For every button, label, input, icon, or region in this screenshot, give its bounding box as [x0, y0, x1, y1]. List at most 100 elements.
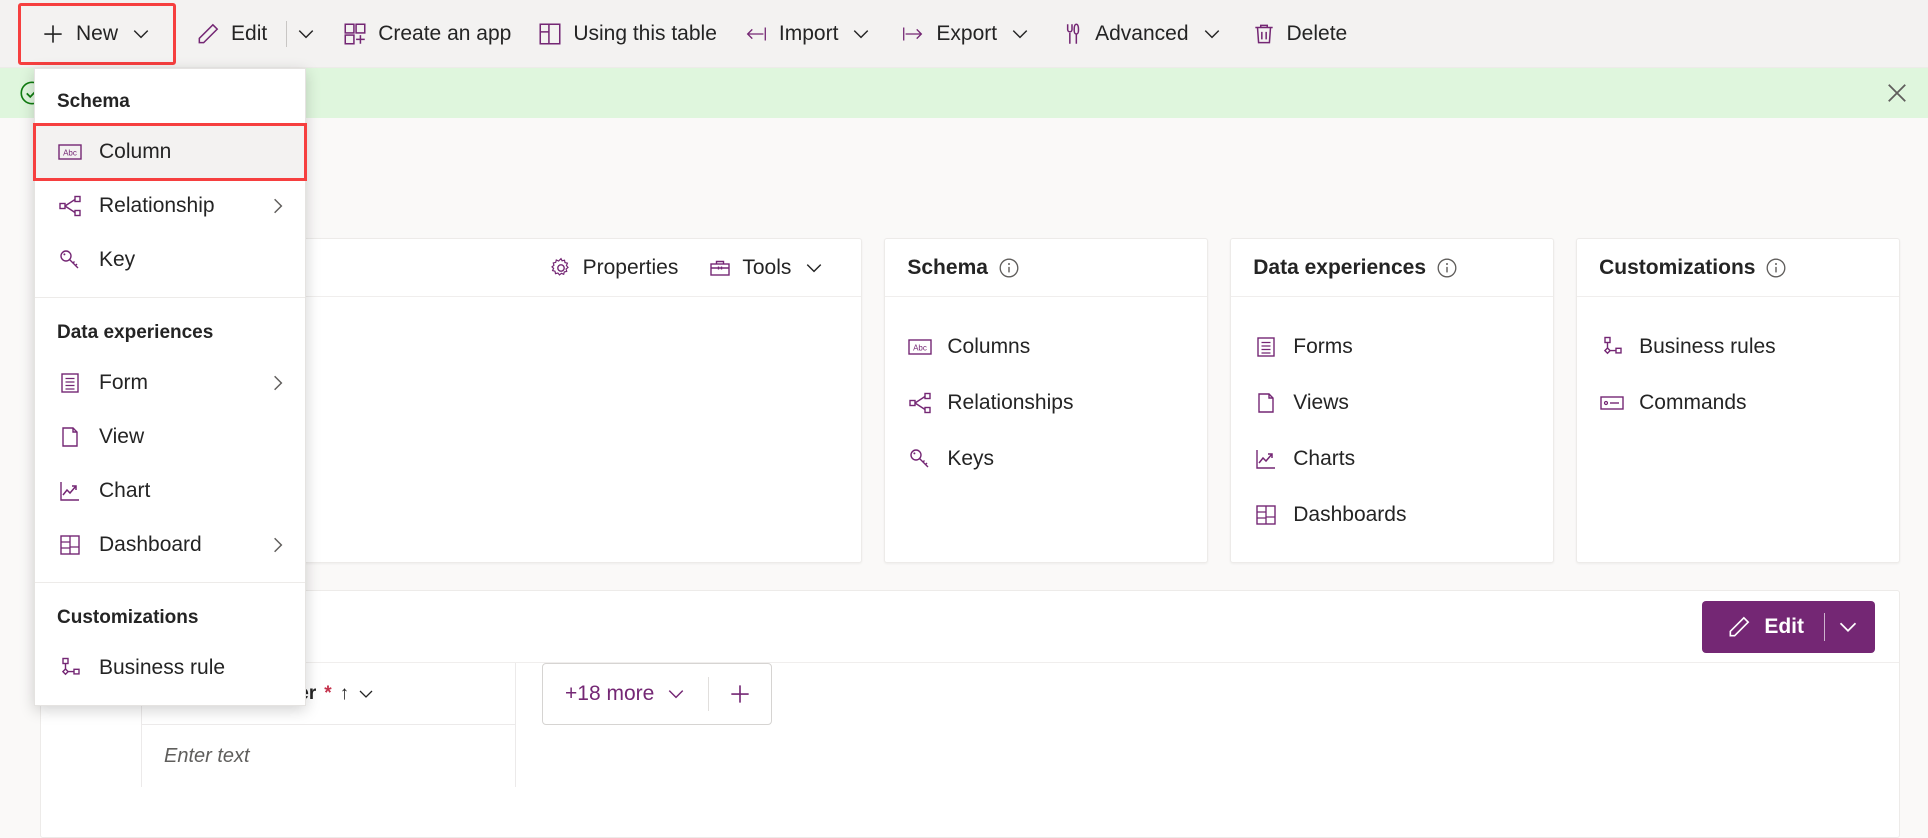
schema-card-body: Abc Columns Relationships Keys — [885, 297, 1207, 562]
delete-button[interactable]: Delete — [1238, 12, 1361, 56]
data-experiences-link-charts[interactable]: Charts — [1231, 431, 1553, 487]
more-columns-chevron-down-icon[interactable] — [666, 684, 686, 704]
schema-link-relationships[interactable]: Relationships — [885, 375, 1207, 431]
advanced-button[interactable]: Advanced — [1046, 12, 1237, 56]
svg-text:Abc: Abc — [913, 344, 927, 353]
chevron-right-icon[interactable] — [269, 374, 287, 392]
schema-link-keys-label: Keys — [947, 447, 995, 470]
menu-item-relationship[interactable]: Relationship — [35, 179, 305, 233]
cards-row: Properties Tools Primary col — [40, 238, 1900, 563]
data-experiences-link-dashboards-label: Dashboards — [1293, 503, 1407, 526]
data-grid: Abc File identifier * ↑ Enter text +18 m… — [41, 663, 1899, 787]
abc-icon: Abc — [907, 336, 933, 358]
schema-link-keys[interactable]: Keys — [885, 431, 1207, 487]
customizations-card-header: Customizations — [1577, 239, 1899, 297]
menu-item-business-rule[interactable]: Business rule — [35, 641, 305, 695]
import-button[interactable]: Import — [730, 12, 888, 56]
menu-divider — [35, 297, 305, 298]
customizations-card-title: Customizations — [1599, 255, 1756, 279]
edit-chevron-down-icon[interactable] — [293, 21, 319, 47]
menu-item-chart[interactable]: Chart — [35, 464, 305, 518]
info-icon[interactable] — [1436, 257, 1458, 279]
data-experiences-link-views[interactable]: Views — [1231, 375, 1553, 431]
menu-item-form-label: Form — [99, 371, 148, 394]
menu-item-dashboard[interactable]: Dashboard — [35, 518, 305, 572]
customizations-link-business-rules[interactable]: Business rules — [1577, 319, 1899, 375]
trash-icon — [1251, 21, 1277, 47]
import-button-label: Import — [778, 21, 839, 45]
advanced-button-label: Advanced — [1095, 21, 1189, 45]
using-this-table-button[interactable]: Using this table — [524, 12, 730, 56]
add-column-button[interactable] — [709, 663, 771, 725]
customizations-card: Customizations Business rules Commands — [1576, 238, 1900, 563]
sort-ascending-icon[interactable]: ↑ — [340, 683, 350, 705]
export-arrow-icon — [900, 21, 926, 47]
more-columns-button[interactable]: +18 more — [543, 682, 708, 706]
menu-item-view-label: View — [99, 425, 145, 448]
schema-card-title: Schema — [907, 255, 988, 279]
menu-item-view[interactable]: View — [35, 410, 305, 464]
schema-link-relationships-label: Relationships — [947, 391, 1074, 414]
chevron-down-icon[interactable] — [128, 21, 154, 47]
table-grid-icon — [537, 21, 563, 47]
chevron-right-icon[interactable] — [269, 197, 287, 215]
dashboard-icon — [1253, 503, 1279, 527]
export-button[interactable]: Export — [887, 12, 1046, 56]
tools-button[interactable]: Tools — [696, 247, 839, 289]
business-rule-icon — [1599, 335, 1625, 359]
relationship-icon — [907, 391, 933, 415]
create-an-app-button[interactable]: Create an app — [329, 12, 524, 56]
menu-divider — [35, 582, 305, 583]
info-icon[interactable] — [1765, 257, 1787, 279]
grid-cell-new-row[interactable]: Enter text — [142, 725, 515, 787]
edit-data-button[interactable]: Edit — [1702, 600, 1875, 653]
data-experiences-link-forms-label: Forms — [1293, 335, 1353, 358]
advanced-chevron-down-icon[interactable] — [1199, 21, 1225, 47]
new-button-label: New — [76, 21, 119, 45]
new-button[interactable]: New — [27, 12, 167, 56]
customizations-link-commands[interactable]: Commands — [1577, 375, 1899, 431]
edit-data-chevron-down-icon[interactable] — [1825, 601, 1871, 653]
menu-item-key[interactable]: Key — [35, 233, 305, 287]
columns-and-data-header: columns and data Edit — [41, 591, 1899, 663]
data-experiences-card-title: Data experiences — [1253, 255, 1427, 279]
menu-item-chart-label: Chart — [99, 479, 151, 502]
tools-button-label: Tools — [742, 255, 792, 279]
data-experiences-card-body: Forms Views Charts Dashboards — [1231, 297, 1553, 562]
menu-item-column[interactable]: Abc Column — [33, 123, 307, 181]
pencil-icon — [195, 21, 221, 47]
abc-icon: Abc — [57, 142, 83, 162]
schema-card-header: Schema — [885, 239, 1208, 297]
menu-item-form[interactable]: Form — [35, 356, 305, 410]
delete-button-label: Delete — [1286, 21, 1348, 45]
create-an-app-label: Create an app — [378, 21, 512, 45]
customizations-link-commands-label: Commands — [1639, 391, 1747, 414]
data-experiences-link-dashboards[interactable]: Dashboards — [1231, 487, 1553, 543]
info-icon[interactable] — [998, 257, 1020, 279]
schema-link-columns-label: Columns — [947, 335, 1031, 358]
chevron-right-icon[interactable] — [269, 536, 287, 554]
properties-button-label: Properties — [582, 255, 679, 279]
edit-button[interactable]: Edit — [182, 12, 280, 56]
new-dropdown-menu: Schema Abc Column Relationship Key Data … — [33, 68, 307, 706]
columns-and-data-section: columns and data Edit Abc — [40, 590, 1900, 838]
menu-section-data-experiences: Data experiences — [57, 322, 214, 343]
data-experiences-card-header: Data experiences — [1231, 239, 1554, 297]
form-icon — [57, 371, 83, 395]
data-experiences-link-forms[interactable]: Forms — [1231, 319, 1553, 375]
grid-column-chevron-down-icon[interactable] — [357, 685, 375, 703]
import-arrow-icon — [743, 21, 769, 47]
new-button-highlight: New — [18, 2, 177, 65]
tools-chevron-down-icon[interactable] — [801, 255, 827, 281]
export-chevron-down-icon[interactable] — [1007, 21, 1033, 47]
dashboard-icon — [57, 533, 83, 557]
properties-button[interactable]: Properties — [537, 247, 691, 289]
schema-card: Schema Abc Columns Relationships Keys — [884, 238, 1209, 563]
schema-link-columns[interactable]: Abc Columns — [885, 319, 1207, 375]
close-icon[interactable] — [1884, 80, 1910, 106]
key-icon — [57, 248, 83, 272]
toolbar-divider — [286, 20, 288, 47]
view-icon — [1253, 391, 1279, 415]
svg-text:Abc: Abc — [63, 149, 77, 158]
import-chevron-down-icon[interactable] — [848, 21, 874, 47]
